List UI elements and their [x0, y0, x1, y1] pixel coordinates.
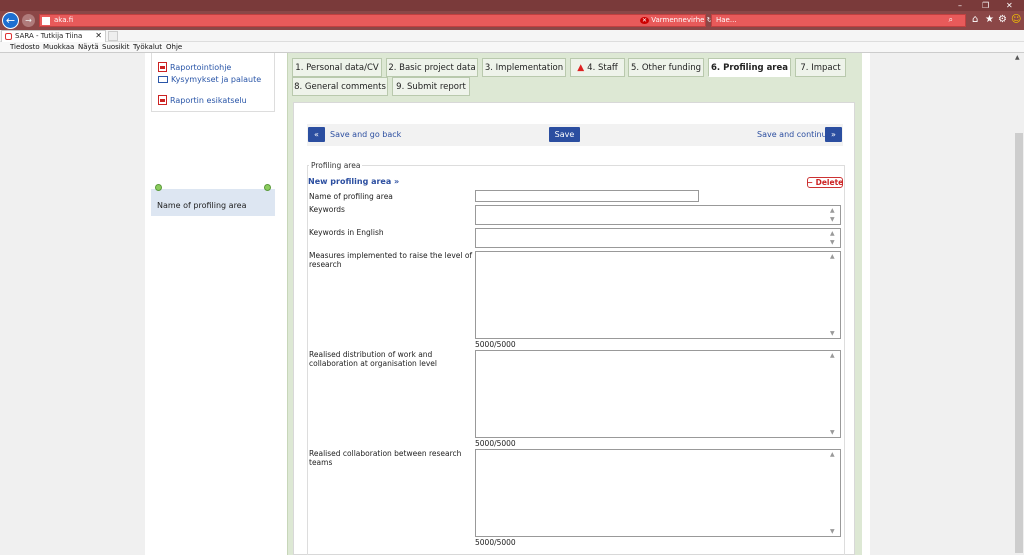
tab-impact[interactable]: 7. Impact [795, 58, 846, 77]
tab-profiling-area[interactable]: 6. Profiling area [708, 58, 791, 77]
sidebar-link-guide[interactable]: Raportointiohje [158, 62, 231, 72]
tab-general-comments[interactable]: 8. General comments [292, 77, 388, 96]
label-collaboration: Realised collaboration between research … [309, 449, 462, 467]
tab-staff[interactable]: ▲ 4. Staff [570, 58, 625, 77]
scroll-up-icon[interactable]: ▲ [1015, 54, 1020, 61]
feedback-smile-icon[interactable]: ☺ [1011, 14, 1021, 25]
menu-edit[interactable]: Muokkaa [43, 43, 74, 51]
back-button[interactable]: ← [2, 12, 19, 29]
distribution-textarea[interactable]: ▲ ▼ [475, 350, 841, 438]
menu-bar: Tiedosto Muokkaa Näytä Suosikit Työkalut… [0, 42, 1024, 53]
sidebar-links: Raportointiohje Kysymykset ja palaute Ra… [151, 53, 275, 112]
save-button[interactable]: Save [549, 127, 580, 142]
browser-tab[interactable]: SARA - Tutkija Tiina ✕ [1, 30, 106, 42]
distribution-char-counter: 5000/5000 [475, 439, 516, 448]
minus-icon: − [806, 178, 816, 187]
name-input[interactable] [475, 190, 699, 202]
gear-icon[interactable]: ⚙ [998, 14, 1007, 25]
measures-textarea[interactable]: ▲ ▼ [475, 251, 841, 339]
close-window-icon[interactable]: ✕ [1006, 1, 1013, 10]
mail-icon [158, 76, 168, 83]
tab-favicon-icon [5, 33, 12, 40]
pdf-icon [158, 62, 167, 72]
sidebar-nav-item[interactable]: Name of profiling area [151, 184, 275, 216]
textarea-scroll-arrows[interactable]: ▲ ▼ [830, 252, 838, 338]
menu-help[interactable]: Ohje [166, 43, 182, 51]
certificate-error[interactable]: ✕ Varmennevirhe ↻ [640, 16, 713, 24]
save-and-go-back-link[interactable]: Save and go back [330, 130, 401, 139]
tab-implementation[interactable]: 3. Implementation [482, 58, 566, 77]
pdf-icon [158, 95, 167, 105]
new-tab-button[interactable] [108, 31, 118, 41]
save-and-continue-link[interactable]: Save and continue [757, 130, 832, 139]
page: Raportointiohje Kysymykset ja palaute Ra… [0, 53, 1024, 555]
url-text: aka.fi [54, 16, 74, 24]
address-bar[interactable]: aka.fi ✕ Varmennevirhe ↻ [39, 14, 713, 27]
collaboration-char-counter: 5000/5000 [475, 538, 516, 547]
browser-tab-row: SARA - Tutkija Tiina ✕ [0, 30, 1024, 42]
textarea-scroll-arrows[interactable]: ▲ ▼ [830, 229, 838, 247]
label-name: Name of profiling area [309, 192, 393, 201]
back-arrow-button[interactable]: « [308, 127, 325, 142]
search-icon[interactable]: ⌕ [949, 15, 953, 25]
pin-icon [155, 184, 162, 191]
textarea-scroll-arrows[interactable]: ▲ ▼ [830, 351, 838, 437]
menu-view[interactable]: Näytä [78, 43, 99, 51]
new-profiling-area-link[interactable]: New profiling area » [308, 177, 399, 186]
forward-button[interactable]: → [22, 14, 35, 27]
tab-personal-data[interactable]: 1. Personal data/CV [292, 58, 382, 77]
tab-submit-report[interactable]: 9. Submit report [392, 77, 470, 96]
collaboration-textarea[interactable]: ▲ ▼ [475, 449, 841, 537]
pin-icon [264, 184, 271, 191]
tab-close-icon[interactable]: ✕ [95, 31, 102, 40]
cert-error-icon: ✕ [640, 17, 650, 24]
page-favicon-icon [42, 17, 50, 25]
label-measures: Measures implemented to raise the level … [309, 251, 473, 269]
home-icon[interactable]: ⌂ [972, 14, 978, 25]
textarea-scroll-arrows[interactable]: ▲ ▼ [830, 206, 838, 224]
page-scrollbar[interactable]: ▲ [1014, 53, 1024, 555]
label-keywords-english: Keywords in English [309, 228, 384, 237]
favorites-star-icon[interactable]: ★ [985, 14, 994, 25]
sidebar-nav-label: Name of profiling area [157, 201, 247, 210]
delete-button[interactable]: − Delete [807, 177, 843, 188]
tab-other-funding[interactable]: 5. Other funding [628, 58, 704, 77]
label-distribution: Realised distribution of work and collab… [309, 350, 437, 368]
menu-file[interactable]: Tiedosto [10, 43, 40, 51]
sidebar-link-feedback[interactable]: Kysymykset ja palaute [158, 75, 261, 84]
menu-favorites[interactable]: Suosikit [102, 43, 130, 51]
sidebar-link-preview[interactable]: Raportin esikatselu [158, 95, 247, 105]
textarea-scroll-arrows[interactable]: ▲ ▼ [830, 450, 838, 536]
search-placeholder: Hae... [716, 16, 737, 24]
keywords-english-input[interactable]: ▲ ▼ [475, 228, 841, 248]
minimize-icon[interactable]: – [958, 1, 962, 10]
menu-tools[interactable]: Työkalut [133, 43, 162, 51]
keywords-input[interactable]: ▲ ▼ [475, 205, 841, 225]
warning-icon: ▲ [577, 62, 585, 73]
scroll-thumb[interactable] [1015, 133, 1023, 553]
label-keywords: Keywords [309, 205, 345, 214]
search-box[interactable]: Hae... ⌕ [711, 14, 966, 27]
forward-arrow-button[interactable]: » [825, 127, 842, 142]
restore-icon[interactable]: ❐ [982, 1, 989, 10]
tab-title: SARA - Tutkija Tiina [15, 32, 83, 40]
fieldset-legend: Profiling area [309, 161, 363, 170]
measures-char-counter: 5000/5000 [475, 340, 516, 349]
tab-basic-project-data[interactable]: 2. Basic project data [386, 58, 478, 77]
